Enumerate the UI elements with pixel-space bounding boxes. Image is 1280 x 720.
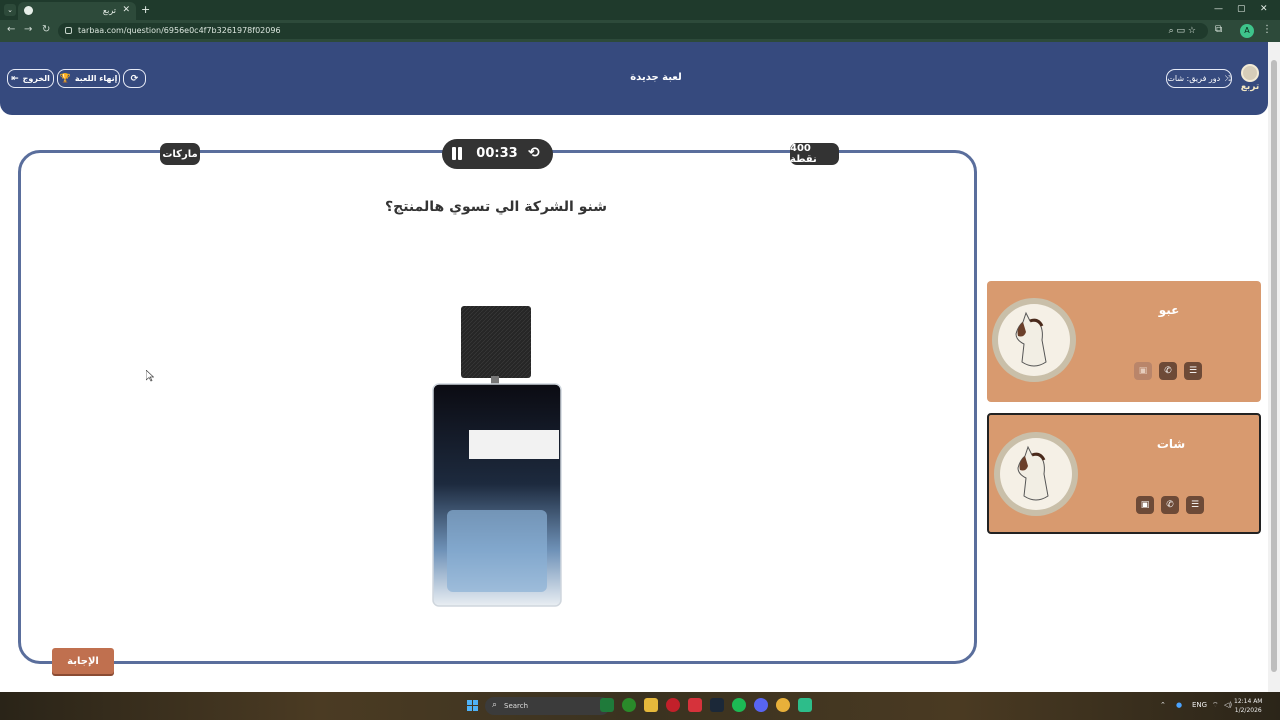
- scrollbar-thumb[interactable]: [1271, 60, 1277, 672]
- clock-date: 1/2/2026: [1234, 707, 1262, 714]
- team-card: عبو ▣ ✆ ☰: [987, 281, 1261, 402]
- shuffle-icon: ⤨: [1224, 73, 1231, 83]
- refresh-icon: ⟳: [130, 73, 139, 84]
- refresh-button[interactable]: ⟳: [123, 69, 146, 88]
- reload-icon[interactable]: ↻: [42, 24, 50, 35]
- close-tab-icon[interactable]: ✕: [122, 5, 130, 15]
- search-label: Search: [504, 702, 529, 710]
- bookmark-star-icon[interactable]: ⌕ ▭ ☆: [1169, 26, 1196, 36]
- list-icon[interactable]: ☰: [1186, 496, 1204, 514]
- browser-tab-strip: ⌄ تربع ✕ + — ▢ ✕: [0, 0, 1280, 20]
- tray-chevron-icon[interactable]: ⌃: [1160, 701, 1166, 709]
- close-window-icon[interactable]: ✕: [1260, 4, 1268, 14]
- extensions-icon[interactable]: ⧉: [1215, 24, 1222, 35]
- game-title: لعبة جديدة: [630, 72, 682, 83]
- team-card-active: شات ▣ ✆ ☰: [987, 413, 1261, 534]
- maximize-icon[interactable]: ▢: [1237, 4, 1246, 14]
- red-app-icon[interactable]: [688, 698, 702, 712]
- new-tab-button[interactable]: +: [141, 3, 150, 16]
- page-scrollbar[interactable]: [1268, 42, 1280, 692]
- opera-app-icon[interactable]: [666, 698, 680, 712]
- end-game-label: إنهاء اللعبة: [74, 74, 118, 83]
- back-icon[interactable]: ←: [7, 24, 15, 35]
- phone-icon[interactable]: ✆: [1159, 362, 1177, 380]
- perfume-bottle-image: [432, 306, 562, 607]
- file-explorer-icon[interactable]: [644, 698, 658, 712]
- windows-start-icon[interactable]: [467, 700, 479, 712]
- address-bar[interactable]: tarbaa.com/question/6956e0c4f7b3261978f0…: [58, 23, 1208, 39]
- points-badge: 400 نقطة: [790, 143, 839, 165]
- switch-turn-label: دور فريق: شات: [1167, 74, 1221, 83]
- logo-text: تربع: [1240, 82, 1260, 92]
- browser-menu-icon[interactable]: ⋮: [1262, 24, 1272, 35]
- forward-icon[interactable]: →: [24, 24, 32, 35]
- exit-icon: ⇤: [11, 73, 19, 84]
- category-badge: ماركات: [160, 143, 200, 165]
- tab-search-button[interactable]: ⌄: [4, 4, 16, 16]
- language-indicator[interactable]: ENG: [1192, 701, 1207, 709]
- discord-app-icon[interactable]: [754, 698, 768, 712]
- camera-icon[interactable]: ▣: [1134, 362, 1152, 380]
- mouse-cursor-icon: [146, 370, 154, 382]
- exit-button[interactable]: ⇤ الخروج: [7, 69, 54, 88]
- url-text: tarbaa.com/question/6956e0c4f7b3261978f0…: [78, 26, 281, 35]
- list-icon[interactable]: ☰: [1184, 362, 1202, 380]
- end-game-button[interactable]: 🏆 إنهاء اللعبة: [57, 69, 120, 88]
- volume-icon[interactable]: ◁): [1224, 701, 1232, 709]
- clock-time: 12:14 AM: [1234, 698, 1263, 705]
- minimize-icon[interactable]: —: [1214, 4, 1223, 14]
- team-name: شات: [1156, 437, 1186, 451]
- chrome-app-icon[interactable]: [776, 698, 790, 712]
- nvidia-app-icon[interactable]: [600, 698, 614, 712]
- exit-label: الخروج: [22, 74, 50, 83]
- trophy-icon: 🏆: [59, 73, 71, 84]
- timer-value: 00:33: [476, 146, 518, 161]
- steam-app-icon[interactable]: [710, 698, 724, 712]
- phone-icon[interactable]: ✆: [1161, 496, 1179, 514]
- switch-turn-button[interactable]: دور فريق: شات ⤨: [1166, 69, 1232, 88]
- taskbar-search[interactable]: ⌕ Search: [485, 697, 610, 715]
- taskbar-clock[interactable]: 12:14 AM 1/2/2026: [1234, 697, 1262, 715]
- reset-timer-icon[interactable]: ⟲: [528, 145, 540, 161]
- network-icon[interactable]: ⌔: [1212, 701, 1219, 710]
- horse-avatar-icon: [994, 432, 1078, 516]
- pause-icon[interactable]: [451, 147, 463, 160]
- timer: 00:33 ⟲: [442, 139, 553, 169]
- search-icon: ⌕: [492, 700, 498, 710]
- logo-emblem-icon: [1241, 64, 1259, 82]
- spotify-app-icon[interactable]: [732, 698, 746, 712]
- site-favicon-icon: [24, 6, 33, 15]
- camera-icon[interactable]: ▣: [1136, 496, 1154, 514]
- question-text: شنو الشركة الي تسوي هالمنتج؟: [385, 199, 607, 215]
- page: ⇤ الخروج 🏆 إنهاء اللعبة ⟳ لعبة جديدة دور…: [0, 42, 1268, 692]
- site-logo[interactable]: تربع: [1238, 64, 1262, 94]
- address-bar-row: ← → ↻ tarbaa.com/question/6956e0c4f7b326…: [0, 20, 1280, 42]
- horse-avatar-icon: [992, 298, 1076, 382]
- game-header: ⇤ الخروج 🏆 إنهاء اللعبة ⟳ لعبة جديدة دور…: [0, 42, 1268, 115]
- browser-tab[interactable]: تربع ✕: [18, 2, 136, 20]
- xbox-app-icon[interactable]: [622, 698, 636, 712]
- answer-button[interactable]: الإجابة: [52, 648, 114, 674]
- team-name: عبو: [1158, 303, 1180, 317]
- tab-title: تربع: [102, 6, 116, 15]
- profile-avatar[interactable]: A: [1240, 24, 1254, 38]
- windows-taskbar: ⌕ Search ⌃ ● ENG ⌔ ◁) 12:14 AM 1/2/2026: [0, 692, 1280, 720]
- active-app-icon[interactable]: [798, 698, 812, 712]
- site-info-icon[interactable]: [65, 27, 72, 34]
- tray-app-icon[interactable]: ●: [1176, 701, 1182, 709]
